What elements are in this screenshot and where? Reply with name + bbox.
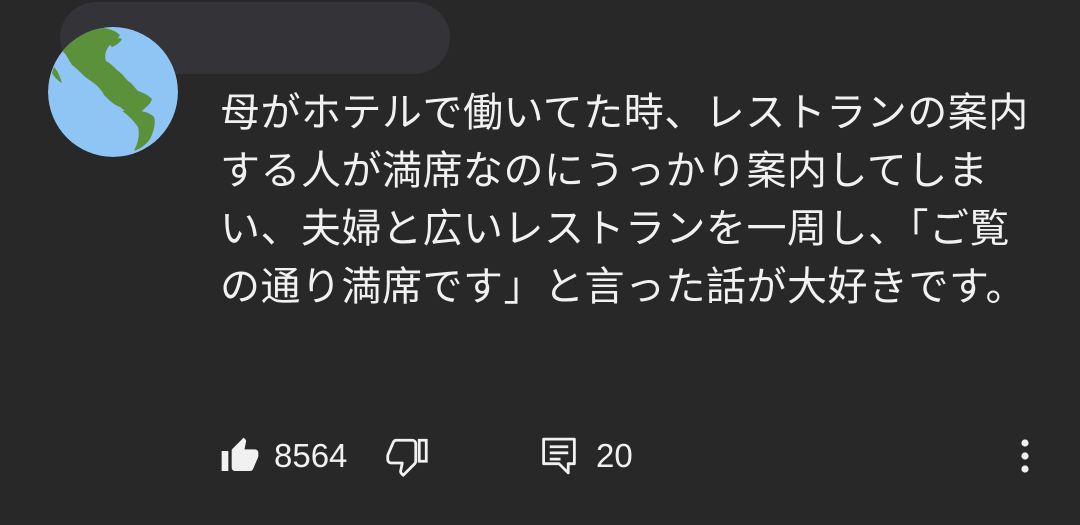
- more-options-button[interactable]: [1012, 428, 1038, 484]
- comment-card: 母がホテルで働いてた時、レストランの案内する人が満席なのにうっかり案内してしまい…: [0, 0, 1080, 525]
- thumbs-down-icon: [386, 435, 428, 477]
- reply-count: 20: [596, 437, 633, 474]
- thumbs-up-icon: [220, 436, 260, 476]
- avatar[interactable]: [48, 27, 178, 157]
- like-count: 8564: [274, 437, 348, 474]
- comment-icon: [540, 436, 578, 476]
- more-vertical-icon: [1012, 436, 1038, 476]
- dislike-button[interactable]: [386, 428, 428, 484]
- comment-text: 母がホテルで働いてた時、レストランの案内する人が満席なのにうっかり案内してしまい…: [220, 90, 1029, 310]
- comment-actions: 8564 20: [0, 428, 1080, 484]
- globe-americas-icon: [48, 27, 178, 157]
- like-button[interactable]: 8564: [220, 428, 347, 484]
- reply-button[interactable]: 20: [540, 428, 633, 484]
